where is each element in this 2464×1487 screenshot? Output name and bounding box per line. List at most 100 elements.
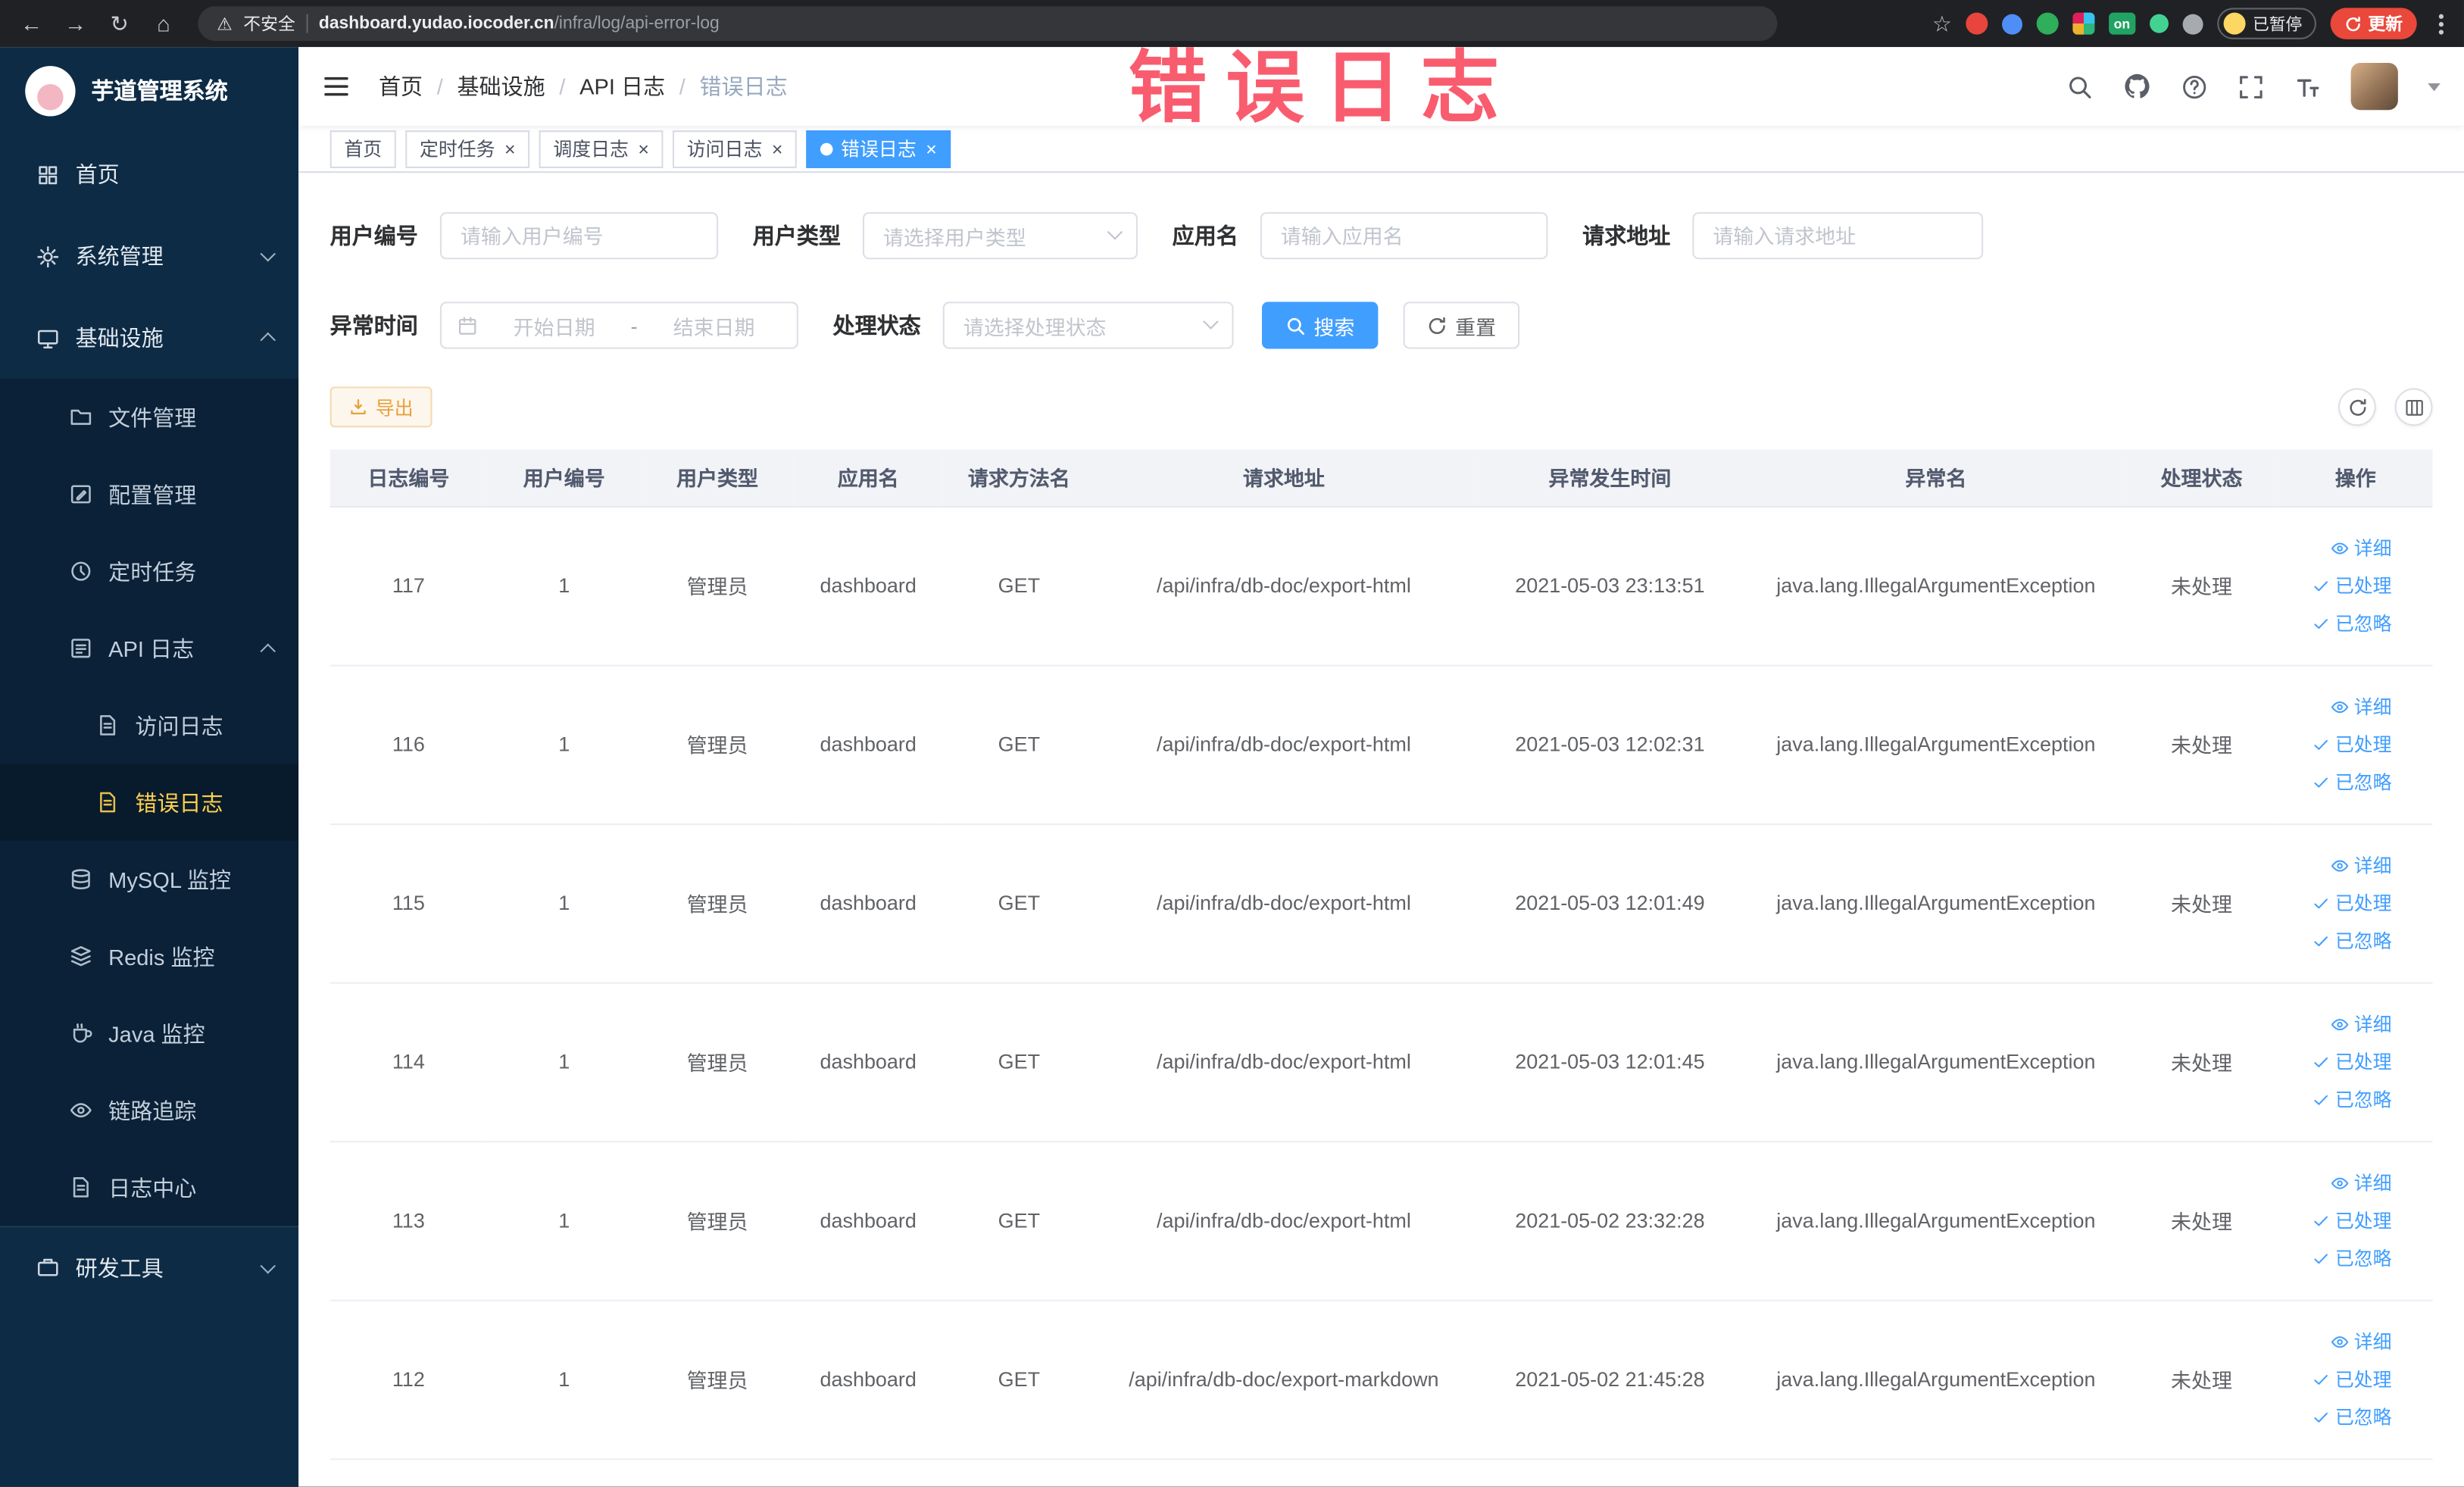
ignored-link[interactable]: 已忽略 xyxy=(2312,1404,2392,1430)
sidebar-item-api-log[interactable]: API 日志 xyxy=(0,609,299,687)
sidebar-item-config[interactable]: 配置管理 xyxy=(0,455,299,533)
fullscreen-icon[interactable] xyxy=(2238,73,2264,99)
ignored-link[interactable]: 已忽略 xyxy=(2312,768,2392,795)
extension-icon-grid[interactable] xyxy=(2072,12,2095,35)
extension-icon-blue[interactable] xyxy=(2002,13,2023,34)
processed-link[interactable]: 已处理 xyxy=(2312,731,2392,758)
cell-user_id: 1 xyxy=(487,982,642,1142)
browser-menu-icon[interactable] xyxy=(2438,21,2444,27)
reload-icon[interactable]: ↻ xyxy=(101,5,139,42)
user-id-input[interactable] xyxy=(439,212,719,260)
sidebar-item-devtools[interactable]: 研发工具 xyxy=(0,1226,299,1307)
eye-icon xyxy=(2331,1332,2350,1351)
font-size-icon[interactable] xyxy=(2294,73,2321,99)
check-icon xyxy=(2312,1052,2331,1071)
exception-time-range[interactable]: 开始日期 - 结束日期 xyxy=(439,301,798,349)
processed-link[interactable]: 已处理 xyxy=(2312,1366,2392,1392)
processed-link[interactable]: 已处理 xyxy=(2312,889,2392,916)
search-icon[interactable] xyxy=(2066,73,2093,99)
sidebar-item-label: 错误日志 xyxy=(135,789,223,815)
extension-icon-leaf[interactable] xyxy=(2149,14,2168,33)
gear-icon xyxy=(35,245,60,268)
extension-icon-red[interactable] xyxy=(1966,12,1988,35)
sidebar-item-file[interactable]: 文件管理 xyxy=(0,378,299,456)
extension-icon-green[interactable] xyxy=(2036,12,2059,35)
back-icon[interactable]: ← xyxy=(13,5,51,42)
tab-错误日志[interactable]: 错误日志 × xyxy=(806,130,951,167)
sidebar-item-redis[interactable]: Redis 监控 xyxy=(0,917,299,995)
breadcrumb-item[interactable]: API 日志 xyxy=(579,70,665,102)
forward-icon[interactable]: → xyxy=(57,5,95,42)
reset-button[interactable]: 重置 xyxy=(1403,301,1520,349)
processed-link[interactable]: 已处理 xyxy=(2312,572,2392,598)
sidebar: 芋道管理系统 首页 系统管理 基础设施 文件管理 配置管理 定时任务 API 日志 访问日志错… xyxy=(0,47,299,1487)
caret-down-icon[interactable] xyxy=(2428,82,2441,97)
user-type-select[interactable]: 请选择用户类型 xyxy=(862,212,1138,260)
sidebar-item-trace[interactable]: 链路追踪 xyxy=(0,1071,299,1149)
detail-link[interactable]: 详细 xyxy=(2331,851,2392,878)
bookmark-star-icon[interactable]: ☆ xyxy=(1932,10,1952,36)
detail-link[interactable]: 详细 xyxy=(2331,693,2392,720)
cell-user_id: 1 xyxy=(487,823,642,983)
sidebar-item-access-log[interactable]: 访问日志 xyxy=(0,686,299,764)
cell-user_type: 管理员 xyxy=(641,823,794,983)
close-icon[interactable]: × xyxy=(772,139,783,158)
hamburger-icon[interactable] xyxy=(322,72,350,100)
cell-method: GET xyxy=(942,664,1095,825)
ignored-link[interactable]: 已忽略 xyxy=(2312,610,2392,636)
breadcrumb-item[interactable]: 首页 xyxy=(379,70,423,102)
sidebar-item-home[interactable]: 首页 xyxy=(0,133,298,215)
ignored-link[interactable]: 已忽略 xyxy=(2312,1086,2392,1113)
cell-actions: 详细已处理已忽略 xyxy=(2278,506,2433,666)
sidebar-item-label: MySQL 监控 xyxy=(108,867,232,892)
cell-actions: 详细已处理已忽略 xyxy=(2278,982,2433,1142)
browser-home-icon[interactable]: ⌂ xyxy=(145,5,183,42)
refresh-table-button[interactable] xyxy=(2338,388,2376,426)
cell-url: /api/infra/db-doc/export-html xyxy=(1095,1141,1472,1301)
detail-link[interactable]: 详细 xyxy=(2331,1328,2392,1354)
cell-app: dashboard xyxy=(793,506,943,666)
help-icon[interactable] xyxy=(2181,73,2208,99)
github-icon[interactable] xyxy=(2123,72,2151,100)
url-text: dashboard.yudao.iocoder.cn/infra/log/api… xyxy=(319,14,720,33)
sidebar-item-java[interactable]: Java 监控 xyxy=(0,995,299,1072)
status-select[interactable]: 请选择处理状态 xyxy=(942,301,1234,349)
extension-icon-on-badge[interactable]: on xyxy=(2109,12,2135,35)
sidebar-item-infra[interactable]: 基础设施 xyxy=(0,297,298,379)
processed-link[interactable]: 已处理 xyxy=(2312,1048,2392,1075)
tab-访问日志[interactable]: 访问日志 × xyxy=(673,130,798,167)
status-placeholder: 请选择处理状态 xyxy=(963,314,1107,339)
sidebar-item-error-log[interactable]: 错误日志 xyxy=(0,764,299,841)
address-divider xyxy=(306,14,308,33)
detail-link[interactable]: 详细 xyxy=(2331,534,2392,561)
export-button[interactable]: 导出 xyxy=(329,386,433,428)
ignored-link[interactable]: 已忽略 xyxy=(2312,1245,2392,1271)
breadcrumb-item[interactable]: 基础设施 xyxy=(457,70,545,102)
close-icon[interactable]: × xyxy=(504,139,516,158)
detail-link[interactable]: 详细 xyxy=(2331,1170,2392,1196)
sidebar-item-log-center[interactable]: 日志中心 xyxy=(0,1148,299,1226)
user-avatar[interactable] xyxy=(2350,62,2398,111)
sidebar-item-system[interactable]: 系统管理 xyxy=(0,215,298,297)
app-name-input[interactable] xyxy=(1260,212,1548,260)
profile-chip[interactable]: 已暂停 xyxy=(2216,8,2316,39)
reset-button-label: 重置 xyxy=(1455,314,1497,339)
tab-调度日志[interactable]: 调度日志 × xyxy=(539,130,664,167)
request-url-input[interactable] xyxy=(1692,212,1984,260)
cell-id: 113 xyxy=(329,1141,488,1301)
columns-toggle-button[interactable] xyxy=(2394,388,2433,426)
extension-icon-paw[interactable] xyxy=(2181,13,2203,34)
update-button[interactable]: 更新 xyxy=(2330,8,2417,39)
address-bar[interactable]: ⚠ 不安全 dashboard.yudao.iocoder.cn/infra/l… xyxy=(198,6,1778,41)
close-icon[interactable]: × xyxy=(638,139,649,158)
detail-link[interactable]: 详细 xyxy=(2331,1011,2392,1037)
sidebar-menu: 首页 系统管理 基础设施 文件管理 配置管理 定时任务 API 日志 访问日志错误日志 MySQ… xyxy=(0,133,299,1486)
tab-定时任务[interactable]: 定时任务 × xyxy=(405,130,530,167)
close-icon[interactable]: × xyxy=(926,139,937,158)
search-button[interactable]: 搜索 xyxy=(1261,301,1379,349)
ignored-link[interactable]: 已忽略 xyxy=(2312,927,2392,954)
sidebar-item-mysql[interactable]: MySQL 监控 xyxy=(0,840,299,918)
processed-link[interactable]: 已处理 xyxy=(2312,1207,2392,1233)
tab-首页[interactable]: 首页 xyxy=(329,130,396,167)
sidebar-item-job[interactable]: 定时任务 xyxy=(0,533,299,610)
